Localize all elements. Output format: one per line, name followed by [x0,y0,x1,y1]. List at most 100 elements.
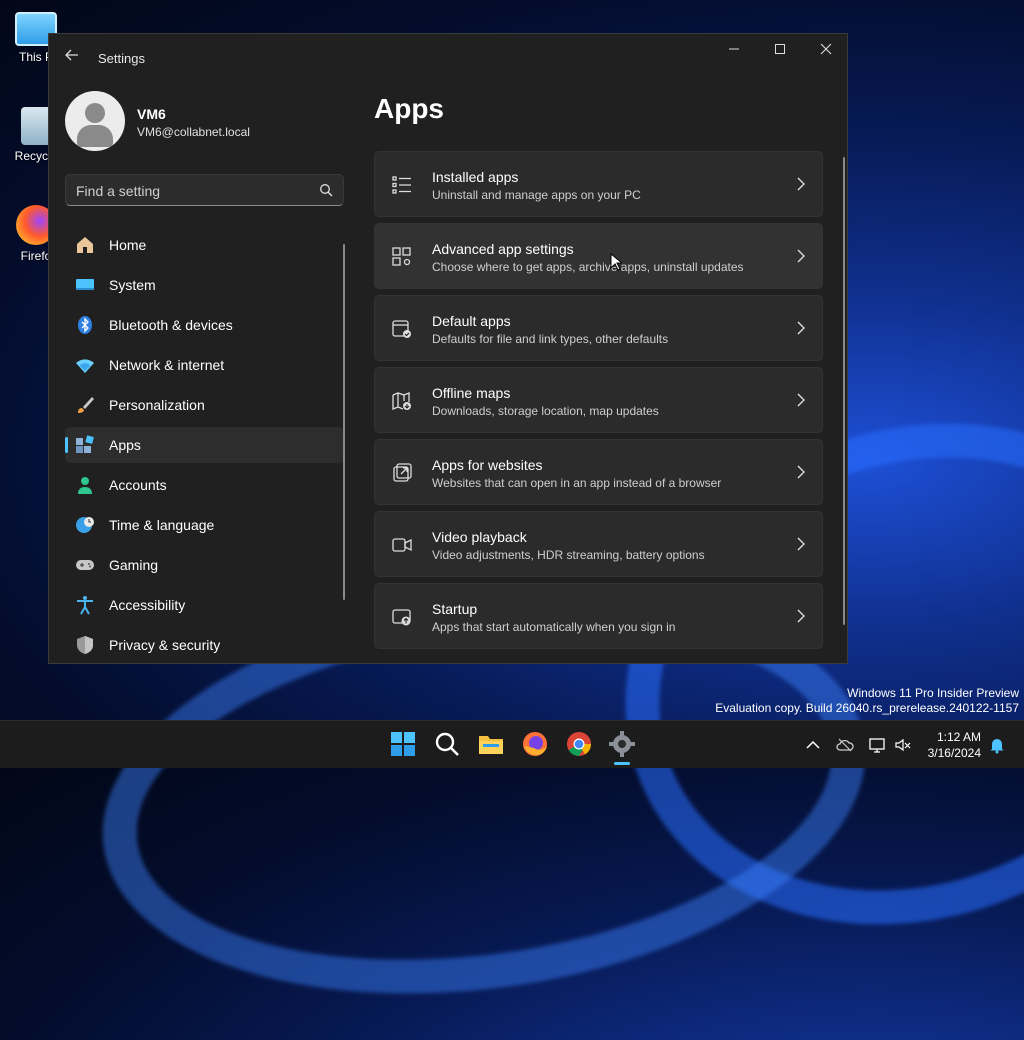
accounts-icon [78,477,92,494]
accessibility-icon [77,596,93,615]
close-button[interactable] [803,34,847,66]
chevron-up-icon[interactable] [804,736,822,754]
maximize-button[interactable] [757,34,803,66]
avatar-body [77,125,113,147]
video-icon [392,538,412,552]
system-clock[interactable]: 1:12 AM 3/16/2024 [928,729,981,761]
settings-window: Settings VM6 VM6@collabnet.local Home Sy… [48,33,848,664]
sidebar-scrollbar[interactable] [343,244,345,600]
user-name: VM6 [137,106,166,122]
sidebar-item-label: Gaming [109,557,159,573]
sidebar-item-label: Bluetooth & devices [109,317,233,333]
map-icon [392,392,411,410]
firefox-icon[interactable] [521,730,549,758]
sidebar-item-gaming[interactable]: Gaming [65,547,344,583]
card-default-apps[interactable]: Default apps Defaults for file and link … [374,295,823,361]
card-subtitle: Choose where to get apps, archive apps, … [432,260,744,274]
sidebar-item-label: Personalization [109,397,205,413]
avatar[interactable] [65,91,125,151]
user-email: VM6@collabnet.local [137,125,250,139]
card-title: Installed apps [432,169,519,185]
watermark-line-2: Evaluation copy. Build 26040.rs_prerelea… [715,701,1019,715]
bluetooth-icon [78,316,92,334]
chevron-right-icon [797,321,805,335]
card-subtitle: Downloads, storage location, map updates [432,404,659,418]
active-app-indicator [614,762,630,765]
card-apps-for-websites[interactable]: Apps for websites Websites that can open… [374,439,823,505]
chevron-right-icon [797,537,805,551]
taskbar: 1:12 AM 3/16/2024 [0,720,1024,768]
open-external-icon [393,463,412,482]
notification-bell-icon[interactable] [988,736,1006,754]
onedrive-icon[interactable] [836,736,854,754]
sidebar-item-apps[interactable]: Apps [65,427,344,463]
evaluation-watermark: Windows 11 Pro Insider Preview Evaluatio… [715,686,1019,716]
sidebar-item-accounts[interactable]: Accounts [65,467,344,503]
sidebar-item-label: Network & internet [109,357,225,373]
sidebar-item-system[interactable]: System [65,267,344,303]
content-scrollbar[interactable] [843,157,845,625]
search-input[interactable] [66,175,318,207]
search-box[interactable] [65,174,344,207]
back-arrow-icon[interactable] [63,48,81,66]
wifi-icon [76,359,94,373]
desktop-icon-label: Firefo [20,249,52,263]
card-installed-apps[interactable]: Installed apps Uninstall and manage apps… [374,151,823,217]
default-apps-icon [392,320,411,338]
network-icon[interactable] [868,736,886,754]
folder-icon[interactable] [477,730,505,758]
gamepad-icon [76,560,94,570]
card-title: Video playback [432,529,527,545]
sidebar-item-label: System [109,277,156,293]
mouse-cursor-icon [610,253,622,271]
volume-muted-icon[interactable] [894,736,912,754]
chrome-icon[interactable] [565,730,593,758]
card-title: Default apps [432,313,511,329]
sidebar-item-network[interactable]: Network & internet [65,347,344,383]
sidebar-item-label: Time & language [109,517,215,533]
card-offline-maps[interactable]: Offline maps Downloads, storage location… [374,367,823,433]
sidebar-item-label: Apps [109,437,141,453]
sidebar-nav: Home System Bluetooth & devices Network … [65,227,344,663]
recycle-bin-icon [21,107,51,145]
list-icon [392,176,411,194]
card-subtitle: Video adjustments, HDR streaming, batter… [432,548,705,562]
card-subtitle: Defaults for file and link types, other … [432,332,669,346]
card-startup[interactable]: Startup Apps that start automatically wh… [374,583,823,649]
chevron-right-icon [797,609,805,623]
startup-icon [392,609,411,626]
brush-icon [78,397,94,413]
home-icon [77,237,93,253]
sidebar-item-personalization[interactable]: Personalization [65,387,344,423]
watermark-line-1: Windows 11 Pro Insider Preview [847,686,1019,700]
system-icon [76,279,94,290]
chevron-right-icon [797,465,805,479]
title-bar[interactable]: Settings [49,34,847,80]
sidebar-item-label: Privacy & security [109,637,221,653]
minimize-button[interactable] [711,34,757,66]
clock-date: 3/16/2024 [927,746,981,760]
sidebar-item-label: Home [109,237,147,253]
window-title: Settings [98,51,145,66]
card-title: Startup [432,601,478,617]
card-video-playback[interactable]: Video playback Video adjustments, HDR st… [374,511,823,577]
sidebar-item-label: Accounts [109,477,167,493]
chevron-right-icon [797,393,805,407]
search-icon[interactable] [433,730,461,758]
sidebar-item-time-language[interactable]: Time & language [65,507,344,543]
clock-time: 1:12 AM [936,730,981,744]
shield-icon [77,636,93,654]
sidebar-item-privacy-security[interactable]: Privacy & security [65,627,344,663]
sidebar-item-home[interactable]: Home [65,227,344,263]
sidebar-item-bluetooth[interactable]: Bluetooth & devices [65,307,344,343]
sidebar-item-accessibility[interactable]: Accessibility [65,587,344,623]
card-subtitle: Websites that can open in an app instead… [432,476,722,490]
gear-icon[interactable] [608,730,636,758]
windows-logo-icon[interactable] [389,730,417,758]
search-icon[interactable] [319,183,333,197]
card-title: Advanced app settings [432,241,574,257]
avatar-head [85,103,105,123]
card-subtitle: Uninstall and manage apps on your PC [432,188,641,202]
card-advanced-app-settings[interactable]: Advanced app settings Choose where to ge… [374,223,823,289]
card-title: Apps for websites [432,457,543,473]
